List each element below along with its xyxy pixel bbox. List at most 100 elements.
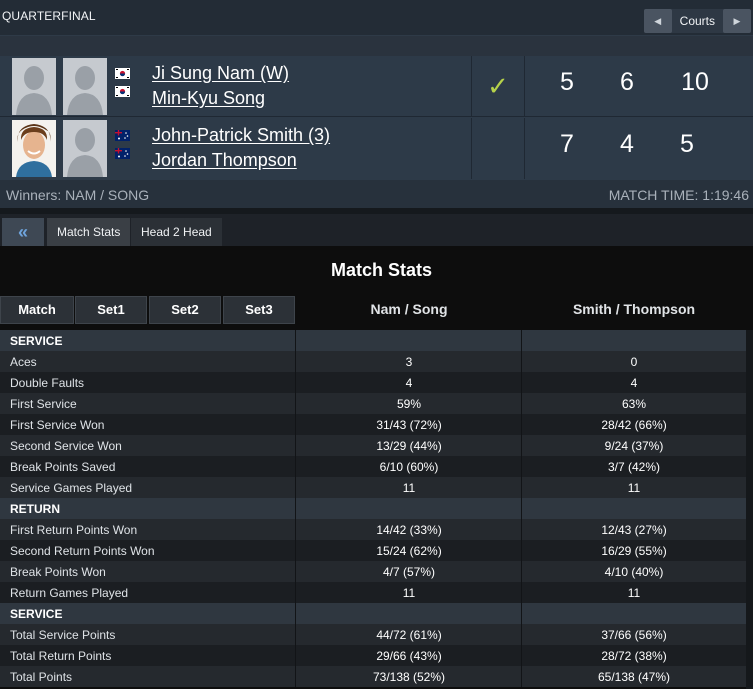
section-label: SERVICE	[10, 607, 63, 621]
stat-row: Service Games Played 11 11	[0, 477, 746, 498]
next-court-button[interactable]: ▶	[723, 9, 751, 33]
stat-label: Double Faults	[10, 376, 85, 390]
stat-label: Service Games Played	[10, 481, 133, 495]
scrollbar[interactable]	[746, 330, 753, 689]
tab-set3[interactable]: Set3	[223, 296, 295, 324]
stat-row: Return Games Played 11 11	[0, 582, 746, 603]
stat-row: Second Return Points Won 15/24 (62%) 16/29…	[0, 540, 746, 561]
double-chevron-left-icon: «	[17, 221, 28, 242]
player-name-link[interactable]: Min-Kyu Song	[152, 88, 265, 109]
stat-value-team2: 65/138 (47%)	[597, 670, 671, 684]
player-photo-placeholder	[63, 120, 107, 177]
stat-label: First Return Points Won	[10, 523, 138, 537]
south-korea-flag-icon	[115, 68, 130, 79]
stat-value-team1: 6/10 (60%)	[379, 460, 439, 474]
set-score: 7	[560, 130, 574, 158]
stat-value-team2: 28/42 (66%)	[601, 418, 667, 432]
player-photo	[12, 120, 56, 177]
column-divider	[521, 498, 522, 519]
stat-value-team1: 4	[405, 376, 413, 390]
match-info-bar: Winners: NAM / SONG MATCH TIME: 1:19:46	[0, 180, 753, 208]
stat-row: Aces 3 0	[0, 351, 746, 372]
match-time: MATCH TIME: 1:19:46	[608, 187, 749, 203]
stat-row: Total Return Points 29/66 (43%) 28/72 (38%…	[0, 645, 746, 666]
section-header: SERVICE	[0, 330, 746, 351]
stat-label: First Service	[10, 397, 77, 411]
stat-label: Break Points Saved	[10, 460, 116, 474]
column-divider	[521, 603, 522, 624]
section-header: SERVICE	[0, 603, 746, 624]
stat-value-team2: 11	[627, 481, 641, 495]
match-stats-panel: Match Stats Match Set1 Set2 Set3 Nam / S…	[0, 246, 753, 689]
tab-set1[interactable]: Set1	[75, 296, 147, 324]
set-score: 5	[680, 130, 694, 158]
top-bar: QUARTERFINAL ◀ Courts ▶	[0, 0, 753, 36]
player-name-link[interactable]: Jordan Thompson	[152, 150, 297, 171]
section-label: SERVICE	[10, 334, 63, 348]
courts-label[interactable]: Courts	[671, 9, 723, 33]
column-header-team1: Nam / Song	[370, 301, 448, 317]
stat-value-team1: 44/72 (61%)	[376, 628, 442, 642]
tab-match-stats[interactable]: Match Stats	[47, 218, 131, 246]
tab-match[interactable]: Match	[0, 296, 74, 324]
collapse-button[interactable]: «	[2, 218, 44, 246]
player-name-link[interactable]: Ji Sung Nam (W)	[152, 63, 289, 84]
stat-label: Break Points Won	[10, 565, 106, 579]
team-row-2: John-Patrick Smith (3) Jordan Thompson 7…	[0, 118, 753, 179]
chevron-right-icon: ▶	[733, 15, 741, 26]
stat-value-team1: 59%	[396, 397, 422, 411]
player-photo-placeholder	[63, 58, 107, 115]
check-icon: ✓	[487, 71, 509, 101]
section-header: RETURN	[0, 498, 746, 519]
australia-flag-icon	[115, 148, 130, 159]
panel-title: Match Stats	[330, 260, 433, 280]
stat-value-team2: 3/7 (42%)	[607, 460, 661, 474]
winners-text: Winners: NAM / SONG	[6, 187, 150, 203]
scoreboard: Ji Sung Nam (W) Min-Kyu Song ✓ 5 6 10 Jo…	[0, 56, 753, 180]
winner-cell: ✓	[471, 56, 525, 117]
stat-value-team1: 73/138 (52%)	[372, 670, 446, 684]
stat-value-team2: 37/66 (56%)	[601, 628, 667, 642]
section-label: RETURN	[10, 502, 60, 516]
stat-label: Total Return Points	[10, 649, 112, 663]
tab-head-2-head[interactable]: Head 2 Head	[131, 218, 222, 246]
stat-value-team2: 28/72 (38%)	[601, 649, 667, 663]
stat-row: First Service Won 31/43 (72%) 28/42 (66%)	[0, 414, 746, 435]
stat-row: Break Points Won 4/7 (57%) 4/10 (40%)	[0, 561, 746, 582]
stat-label: Aces	[10, 355, 37, 369]
round-title: QUARTERFINAL	[2, 9, 96, 23]
chevron-left-icon: ◀	[654, 15, 662, 26]
column-header-team2: Smith / Thompson	[572, 301, 696, 317]
set-score: 5	[560, 68, 574, 96]
stat-value-team1: 3	[405, 355, 413, 369]
stat-label: Total Service Points	[10, 628, 116, 642]
stat-value-team1: 15/24 (62%)	[376, 544, 442, 558]
stat-row: Total Points 73/138 (52%) 65/138 (47%)	[0, 666, 746, 687]
stats-table: SERVICE Aces 3 0 Double Faults 4 4 First Servic…	[0, 330, 746, 687]
stat-label: Total Points	[10, 670, 73, 684]
australia-flag-icon	[115, 130, 130, 141]
stat-value-team1: 29/66 (43%)	[376, 649, 442, 663]
stat-value-team2: 63%	[621, 397, 647, 411]
column-divider	[295, 603, 296, 624]
stat-label: Return Games Played	[10, 586, 129, 600]
column-divider	[295, 498, 296, 519]
stat-value-team2: 16/29 (55%)	[601, 544, 667, 558]
stat-value-team1: 11	[402, 586, 416, 600]
stat-row: Total Service Points 44/72 (61%) 37/66 (56…	[0, 624, 746, 645]
stat-label: First Service Won	[10, 418, 105, 432]
stat-label: Second Return Points Won	[10, 544, 155, 558]
set-score: 10	[681, 68, 709, 96]
set-score: 4	[620, 130, 634, 158]
stat-value-team1: 31/43 (72%)	[376, 418, 442, 432]
stat-value-team1: 13/29 (44%)	[376, 439, 442, 453]
stat-value-team2: 4/10 (40%)	[604, 565, 664, 579]
stat-row: First Return Points Won 14/42 (33%) 12/43 …	[0, 519, 746, 540]
prev-court-button[interactable]: ◀	[643, 9, 672, 33]
winner-cell	[471, 118, 525, 179]
tabs-bar: « Match Stats Head 2 Head	[0, 214, 753, 246]
tab-set2[interactable]: Set2	[149, 296, 221, 324]
set-score: 6	[620, 68, 634, 96]
column-divider	[295, 330, 296, 351]
player-name-link[interactable]: John-Patrick Smith (3)	[152, 125, 330, 146]
